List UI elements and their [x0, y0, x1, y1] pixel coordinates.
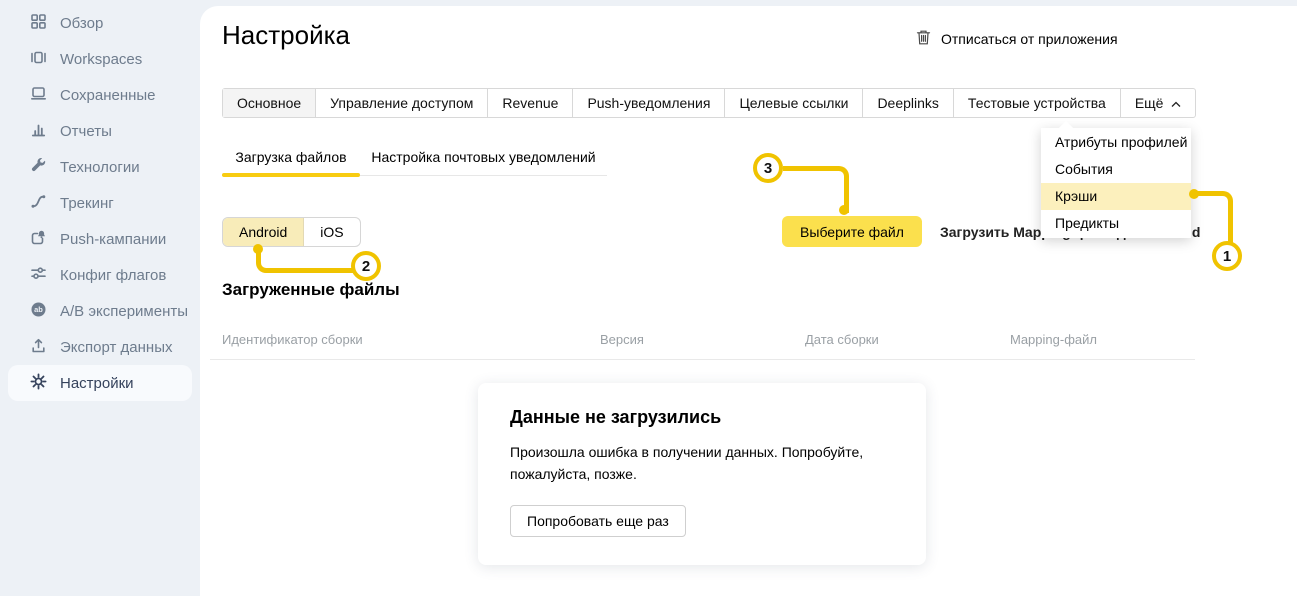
callout-1-dot	[1189, 189, 1199, 199]
tab-target-links[interactable]: Целевые ссылки	[724, 89, 862, 117]
callout-3-dot	[839, 205, 849, 215]
route-icon	[30, 193, 47, 214]
sidebar-item-label: A/B эксперименты	[60, 303, 188, 320]
menu-item-crashes[interactable]: Крэши	[1041, 183, 1191, 210]
tab-test-devices[interactable]: Тестовые устройства	[953, 89, 1120, 117]
sidebar: Обзор Workspaces Сохраненные Отчеты Техн…	[0, 0, 200, 596]
trash-icon	[916, 29, 931, 49]
tab-more[interactable]: Ещё	[1120, 89, 1196, 117]
sidebar-item-workspaces[interactable]: Workspaces	[8, 41, 192, 77]
error-card: Данные не загрузились Произошла ошибка в…	[478, 383, 926, 565]
retry-button[interactable]: Попробовать еще раз	[510, 505, 686, 537]
sidebar-item-label: Настройки	[60, 375, 134, 392]
callout-1-badge: 1	[1212, 241, 1242, 271]
page-title: Настройка	[222, 20, 350, 51]
sidebar-item-technologies[interactable]: Технологии	[8, 149, 192, 185]
push-bell-icon	[30, 229, 47, 250]
sidebar-item-config-flags[interactable]: Конфиг флагов	[8, 257, 192, 293]
sidebar-item-push-campaigns[interactable]: Push-кампании	[8, 221, 192, 257]
tab-general[interactable]: Основное	[223, 89, 315, 117]
column-header-mapping-file: Mapping-файл	[1010, 332, 1097, 347]
files-section-heading: Загруженные файлы	[222, 280, 400, 300]
sidebar-item-label: Обзор	[60, 15, 103, 32]
menu-item-predicts[interactable]: Предикты	[1041, 210, 1191, 237]
unsubscribe-button[interactable]: Отписаться от приложения	[916, 29, 1118, 49]
unsubscribe-label: Отписаться от приложения	[941, 31, 1118, 47]
sidebar-item-label: Отчеты	[60, 123, 112, 140]
menu-item-events[interactable]: События	[1041, 156, 1191, 183]
sidebar-item-label: Трекинг	[60, 195, 114, 212]
export-icon	[30, 337, 47, 358]
gear-icon	[30, 373, 47, 394]
sidebar-item-overview[interactable]: Обзор	[8, 5, 192, 41]
error-message: Произошла ошибка в получении данных. Поп…	[510, 442, 890, 485]
settings-tabbar: Основное Управление доступом Revenue Pus…	[222, 88, 1196, 118]
tab-revenue[interactable]: Revenue	[487, 89, 572, 117]
callout-2-badge: 2	[351, 251, 381, 281]
sidebar-item-label: Технологии	[60, 159, 140, 176]
tab-push-notifications[interactable]: Push-уведомления	[572, 89, 724, 117]
subtab-file-upload[interactable]: Загрузка файлов	[222, 143, 360, 175]
laptop-icon	[30, 85, 47, 106]
workspaces-icon	[30, 49, 47, 70]
sidebar-item-tracking[interactable]: Трекинг	[8, 185, 192, 221]
wrench-icon	[30, 157, 47, 178]
tab-deeplinks[interactable]: Deeplinks	[862, 89, 952, 117]
sidebar-item-settings[interactable]: Настройки	[8, 365, 192, 401]
error-title: Данные не загрузились	[510, 407, 894, 428]
sidebar-item-reports[interactable]: Отчеты	[8, 113, 192, 149]
sidebar-item-label: Workspaces	[60, 51, 142, 68]
sidebar-item-label: Конфиг флагов	[60, 267, 166, 284]
tab-access-management[interactable]: Управление доступом	[315, 89, 487, 117]
appmetrica-settings-page: Обзор Workspaces Сохраненные Отчеты Техн…	[0, 0, 1297, 596]
column-header-build-date: Дата сборки	[805, 332, 879, 347]
platform-ios[interactable]: iOS	[304, 218, 359, 246]
callout-1-line	[1197, 191, 1233, 248]
sidebar-item-label: Сохраненные	[60, 87, 156, 104]
sidebar-item-data-export[interactable]: Экспорт данных	[8, 329, 192, 365]
grid-icon	[30, 13, 47, 34]
callout-2-dot	[253, 244, 263, 254]
sidebar-item-label: Экспорт данных	[60, 339, 172, 356]
sidebar-item-saved[interactable]: Сохраненные	[8, 77, 192, 113]
column-header-build-id: Идентификатор сборки	[222, 332, 363, 347]
settings-subtabs: Загрузка файлов Настройка почтовых уведо…	[222, 143, 607, 176]
sliders-icon	[30, 265, 47, 286]
chevron-up-icon	[1171, 89, 1181, 117]
more-dropdown-menu: Атрибуты профилей События Крэши Предикты	[1041, 128, 1191, 238]
bar-chart-icon	[30, 121, 47, 142]
tab-more-label: Ещё	[1135, 89, 1164, 117]
table-header-divider	[210, 359, 1195, 360]
choose-file-button[interactable]: Выберите файл	[782, 216, 922, 247]
platform-toggle: Android iOS	[222, 217, 361, 247]
callout-3-badge: 3	[753, 153, 783, 183]
column-header-version: Версия	[600, 332, 644, 347]
sidebar-item-label: Push-кампании	[60, 231, 166, 248]
svg-text:ab: ab	[34, 305, 43, 314]
callout-2-line	[256, 251, 356, 273]
subtab-email-notifications[interactable]: Настройка почтовых уведомлений	[360, 143, 607, 175]
ab-experiments-icon: ab	[30, 301, 47, 322]
platform-android[interactable]: Android	[223, 218, 304, 246]
sidebar-item-ab-experiments[interactable]: ab A/B эксперименты	[8, 293, 192, 329]
